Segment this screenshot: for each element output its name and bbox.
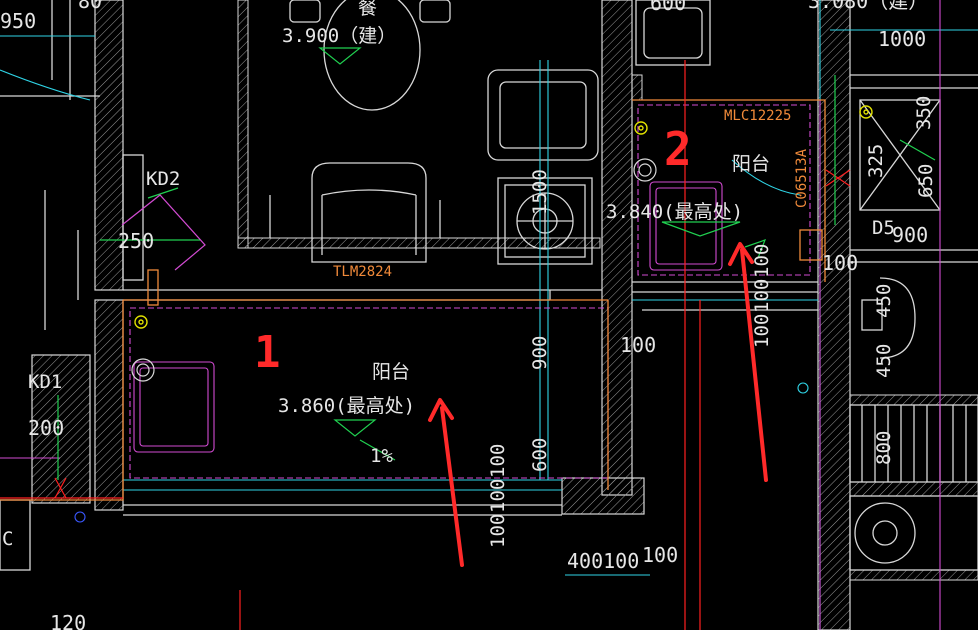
dim-950: 950	[0, 9, 36, 33]
dim-400100: 400100	[567, 549, 639, 573]
dim-100-f: 100	[751, 279, 773, 313]
dim-200: 200	[28, 416, 64, 440]
dim-600-top: 600	[650, 0, 686, 15]
room-label-balcony-right: 阳台	[732, 153, 770, 175]
dim-100-g: 100	[751, 314, 773, 348]
dim-800: 800	[873, 431, 895, 465]
elevation-balcony-right: 3.840(最高处)	[606, 201, 743, 223]
room-label-top: 餐	[358, 0, 377, 19]
dim-100-bottom: 100	[642, 543, 678, 567]
dim-100-c: 100	[487, 479, 509, 513]
room-label-balcony-main: 阳台	[372, 361, 410, 383]
text-layer: 950 80 餐 3.900（建） 600 3.080（建） 1000 1500…	[0, 0, 937, 630]
elevation-balcony-main: 3.860(最高处)	[278, 395, 415, 417]
dim-100-b: 100	[487, 444, 509, 478]
dim-450-a: 450	[873, 284, 895, 318]
elevation-top: 3.900（建）	[282, 25, 396, 47]
tag-mlc12225: MLC12225	[724, 108, 791, 124]
dim-80: 80	[78, 0, 102, 13]
magenta-lines	[0, 0, 941, 630]
dim-100-e: 100	[751, 244, 773, 278]
dim-900-v: 900	[529, 336, 551, 370]
annotation-mark-1: 1	[254, 327, 281, 378]
annotation-arrow-left	[428, 398, 464, 567]
dim-1000: 1000	[878, 27, 926, 51]
dim-450-b: 450	[873, 344, 895, 378]
dim-1500: 1500	[529, 169, 551, 215]
dim-600-v: 600	[529, 438, 551, 472]
dim-100-a: 100	[620, 333, 656, 357]
floor-plan-drawing: 950 80 餐 3.900（建） 600 3.080（建） 1000 1500…	[0, 0, 978, 630]
slope-label: 1%	[370, 445, 393, 467]
dim-100-right: 100	[822, 251, 858, 275]
label-kd1: KD1	[28, 371, 62, 393]
tag-tlm2824: TLM2824	[333, 264, 392, 280]
label-c-left: C	[2, 528, 13, 550]
dim-650: 650	[915, 164, 937, 198]
dim-350: 350	[913, 96, 935, 130]
dim-325: 325	[865, 144, 887, 178]
dim-900-right: 900	[892, 223, 928, 247]
dim-3080: 3.080（建）	[808, 0, 928, 13]
red-lines	[0, 60, 851, 630]
green-symbols	[57, 47, 936, 480]
dim-100-d: 100	[487, 514, 509, 548]
annotation-mark-2: 2	[664, 122, 692, 176]
label-kd2: KD2	[146, 168, 180, 190]
tag-c06513a: C06513A	[794, 148, 810, 208]
dim-250: 250	[118, 229, 154, 253]
dim-120: 120	[50, 611, 86, 630]
